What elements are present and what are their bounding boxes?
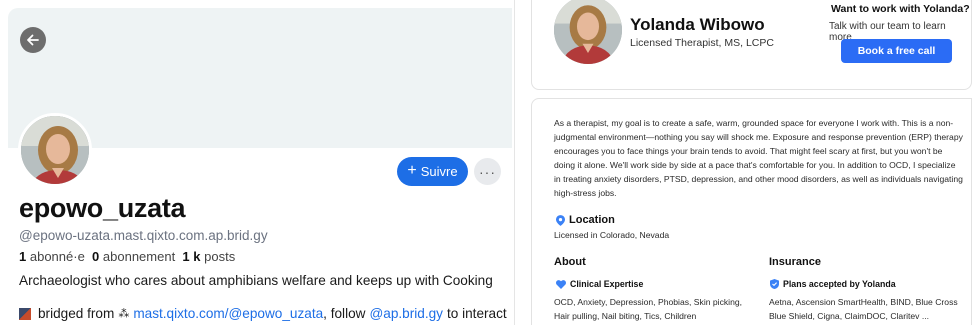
bridged-source-link[interactable]: mast.qixto.com/@epowo_uzata (133, 306, 323, 321)
clinical-expertise-text: OCD, Anxiety, Depression, Phobias, Skin … (554, 297, 743, 321)
following-label[interactable]: abonnement (103, 249, 175, 264)
profile-pane: + Suivre ··· epowo_uzata @epowo-uzata.ma… (0, 0, 512, 325)
location-heading: Location (556, 214, 615, 226)
location-title: Location (569, 214, 615, 226)
display-name: epowo_uzata (19, 193, 186, 223)
profile-counts: 1 abonné·e 0 abonnement 1 k posts (19, 249, 235, 264)
followers-label[interactable]: abonné·e (30, 249, 85, 264)
heart-icon (556, 279, 566, 289)
therapist-photo (554, 0, 622, 64)
ellipsis-icon: ··· (479, 163, 496, 180)
back-button[interactable] (20, 27, 46, 53)
bridged-middle: , follow (323, 306, 366, 321)
follow-button-label: Suivre (420, 164, 458, 179)
following-count[interactable]: 0 (92, 249, 99, 264)
avatar-image (21, 116, 89, 184)
followers-count[interactable]: 1 (19, 249, 26, 264)
about-heading: About (554, 256, 586, 268)
posts-label: posts (204, 249, 236, 264)
avatar[interactable] (18, 113, 92, 187)
user-handle: @epowo-uzata.mast.qixto.com.ap.brid.gy (19, 228, 268, 243)
bridged-notice: bridged from ⁂ mast.qixto.com/@epowo_uza… (19, 306, 507, 321)
fediverse-icon: ⁂ (118, 308, 130, 320)
plans-title: Plans accepted by Yolanda (783, 279, 896, 289)
arrow-left-icon (27, 34, 39, 46)
insurance-plans-text: Aetna, Ascension SmartHealth, BIND, Blue… (769, 297, 958, 321)
bridged-prefix: bridged from (38, 306, 115, 321)
cta-title: Want to work with Yolanda? (831, 3, 970, 15)
follow-button[interactable]: + Suivre (397, 157, 468, 186)
more-options-button[interactable]: ··· (474, 158, 501, 185)
posts-count: 1 k (182, 249, 201, 264)
insurance-heading: Insurance (769, 256, 821, 268)
bridge-account-link[interactable]: @ap.brid.gy (369, 306, 443, 321)
clinical-expertise-title: Clinical Expertise (570, 279, 644, 289)
shield-check-icon (770, 279, 779, 289)
therapist-name: Yolanda Wibowo (630, 15, 765, 34)
plans-heading: Plans accepted by Yolanda (770, 279, 896, 289)
location-text: Licensed in Colorado, Nevada (554, 230, 670, 240)
bridge-icon (19, 307, 31, 320)
bridged-suffix: to interact (446, 306, 507, 321)
map-pin-icon (556, 214, 565, 226)
therapist-avatar (554, 0, 622, 64)
therapist-credentials: Licensed Therapist, MS, LCPC (630, 37, 774, 49)
book-free-call-button[interactable]: Book a free call (841, 39, 952, 63)
plus-icon: + (407, 162, 417, 179)
about-paragraph: As a therapist, my goal is to create a s… (554, 118, 963, 198)
therapist-header-card: Yolanda Wibowo Licensed Therapist, MS, L… (531, 0, 972, 90)
profile-bio: Archaeologist who cares about amphibians… (19, 273, 493, 288)
clinical-expertise-heading: Clinical Expertise (556, 279, 643, 289)
pane-divider (514, 0, 515, 325)
